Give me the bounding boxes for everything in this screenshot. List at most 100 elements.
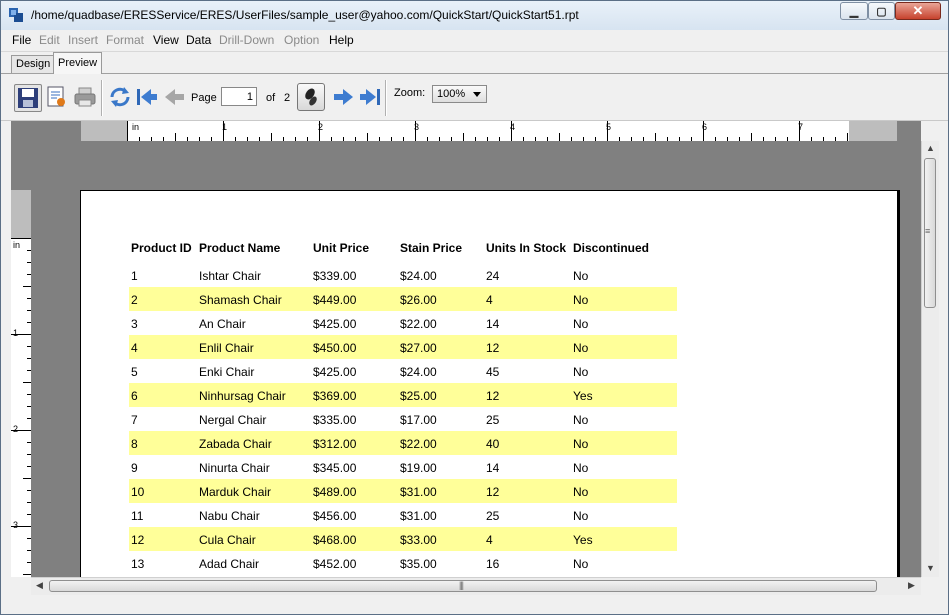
last-page-icon (360, 89, 380, 105)
table-cell: $369.00 (313, 389, 357, 403)
preview-viewport[interactable]: in 1 2 3 4 5 6 7 in 1 2 3 Product ID Pro… (11, 121, 921, 577)
page-number-input[interactable]: 1 (221, 87, 257, 106)
table-row: 8 Zabada Chair $312.00 $22.00 40 No (129, 431, 677, 455)
page-total: 2 (284, 92, 291, 104)
table-cell: No (573, 341, 589, 355)
table-cell: 12 (131, 533, 145, 547)
table-row: 11 Nabu Chair $456.00 $31.00 25 No (129, 503, 677, 527)
print-icon (74, 87, 96, 107)
go-to-page-icon (305, 88, 317, 106)
menu-option[interactable]: Option (284, 33, 319, 47)
horizontal-scrollbar[interactable]: ◀ ||| ▶ (31, 577, 921, 595)
table-header-row: Product ID Product Name Unit Price Stain… (129, 239, 677, 263)
table-cell: Nergal Chair (199, 413, 267, 427)
ruler-label: 5 (606, 122, 612, 132)
table-cell: An Chair (199, 317, 246, 331)
table-cell: Shamash Chair (199, 293, 282, 307)
menu-bar: File Edit Insert Format View Data Drill-… (1, 30, 948, 52)
ruler-label: 2 (318, 122, 324, 132)
menu-data[interactable]: Data (186, 33, 211, 47)
table-cell: $312.00 (313, 437, 357, 451)
table-row: 2 Shamash Chair $449.00 $26.00 4 No (129, 287, 677, 311)
next-page-button[interactable] (330, 84, 356, 110)
first-page-button[interactable] (134, 84, 160, 110)
table-cell: $456.00 (313, 509, 357, 523)
table-cell: Nabu Chair (199, 509, 260, 523)
table-cell: $24.00 (400, 365, 437, 379)
table-cell: 10 (131, 485, 145, 499)
refresh-icon (110, 87, 130, 107)
maximize-icon: ▢ (876, 5, 887, 18)
menu-format[interactable]: Format (106, 33, 144, 47)
window-title: /home/quadbase/ERESService/ERES/UserFile… (31, 8, 579, 22)
zoom-select[interactable]: 100% (432, 85, 487, 103)
ruler-label: 4 (510, 122, 516, 132)
table-cell: No (573, 437, 589, 451)
scroll-up-icon[interactable]: ▲ (926, 143, 935, 153)
table-row: 4 Enlil Chair $450.00 $27.00 12 No (129, 335, 677, 359)
scroll-left-icon[interactable]: ◀ (36, 580, 43, 591)
column-header: Discontinued (573, 241, 650, 255)
tab-design[interactable]: Design (11, 55, 56, 73)
next-page-icon (334, 89, 353, 105)
vertical-scrollbar[interactable]: ▲ ≡ ▼ (921, 141, 939, 577)
table-cell: 12 (486, 389, 500, 403)
menu-drill-down[interactable]: Drill-Down (219, 33, 274, 47)
print-button[interactable] (72, 84, 98, 110)
table-cell: No (573, 269, 589, 283)
first-page-icon (137, 89, 157, 105)
table-cell: 6 (131, 389, 138, 403)
table-cell: $345.00 (313, 461, 357, 475)
column-header: Stain Price (400, 241, 463, 255)
table-cell: 4 (486, 533, 493, 547)
table-cell: 12 (486, 485, 500, 499)
table-row: 5 Enki Chair $425.00 $24.00 45 No (129, 359, 677, 383)
toolbar-separator (101, 80, 103, 116)
app-icon (9, 8, 23, 22)
status-bar (1, 595, 948, 614)
menu-file[interactable]: File (12, 33, 31, 47)
title-bar[interactable]: /home/quadbase/ERESService/ERES/UserFile… (1, 1, 948, 30)
table-cell: 9 (131, 461, 138, 475)
close-button[interactable]: ✕ (895, 2, 941, 20)
table-cell: No (573, 557, 589, 571)
table-cell: $31.00 (400, 509, 437, 523)
table-cell: 24 (486, 269, 500, 283)
table-cell: $27.00 (400, 341, 437, 355)
menu-help[interactable]: Help (329, 33, 354, 47)
refresh-button[interactable] (107, 84, 133, 110)
scroll-down-icon[interactable]: ▼ (926, 563, 935, 573)
table-cell: Enki Chair (199, 365, 255, 379)
table-row: 9 Ninurta Chair $345.00 $19.00 14 No (129, 455, 677, 479)
go-to-page-button[interactable] (297, 83, 325, 111)
table-cell: 4 (486, 293, 493, 307)
table-cell: 14 (486, 317, 500, 331)
table-cell: 3 (131, 317, 138, 331)
last-page-button[interactable] (357, 84, 383, 110)
table-cell: Ninurta Chair (199, 461, 270, 475)
menu-view[interactable]: View (153, 33, 179, 47)
scroll-right-icon[interactable]: ▶ (908, 580, 915, 591)
menu-edit[interactable]: Edit (39, 33, 60, 47)
table-cell: 14 (486, 461, 500, 475)
table-cell: $17.00 (400, 413, 437, 427)
maximize-button[interactable]: ▢ (868, 2, 895, 20)
tab-preview[interactable]: Preview (53, 52, 103, 74)
ruler-label: 2 (13, 424, 19, 434)
zoom-value: 100% (437, 88, 466, 100)
table-row: 12 Cula Chair $468.00 $33.00 4 Yes (129, 527, 677, 551)
ruler-ticks (127, 121, 848, 141)
menu-insert[interactable]: Insert (68, 33, 98, 47)
table-row: 1 Ishtar Chair $339.00 $24.00 24 No (129, 263, 677, 287)
prev-page-button[interactable] (162, 84, 188, 110)
table-cell: Cula Chair (199, 533, 256, 547)
save-button[interactable] (14, 84, 42, 112)
export-button[interactable] (43, 84, 69, 110)
table-cell: 13 (131, 557, 145, 571)
table-cell: No (573, 317, 589, 331)
table-cell: 40 (486, 437, 500, 451)
table-cell: $31.00 (400, 485, 437, 499)
save-icon (18, 88, 38, 108)
table-cell: $450.00 (313, 341, 357, 355)
minimize-button[interactable]: ▁ (840, 2, 868, 20)
